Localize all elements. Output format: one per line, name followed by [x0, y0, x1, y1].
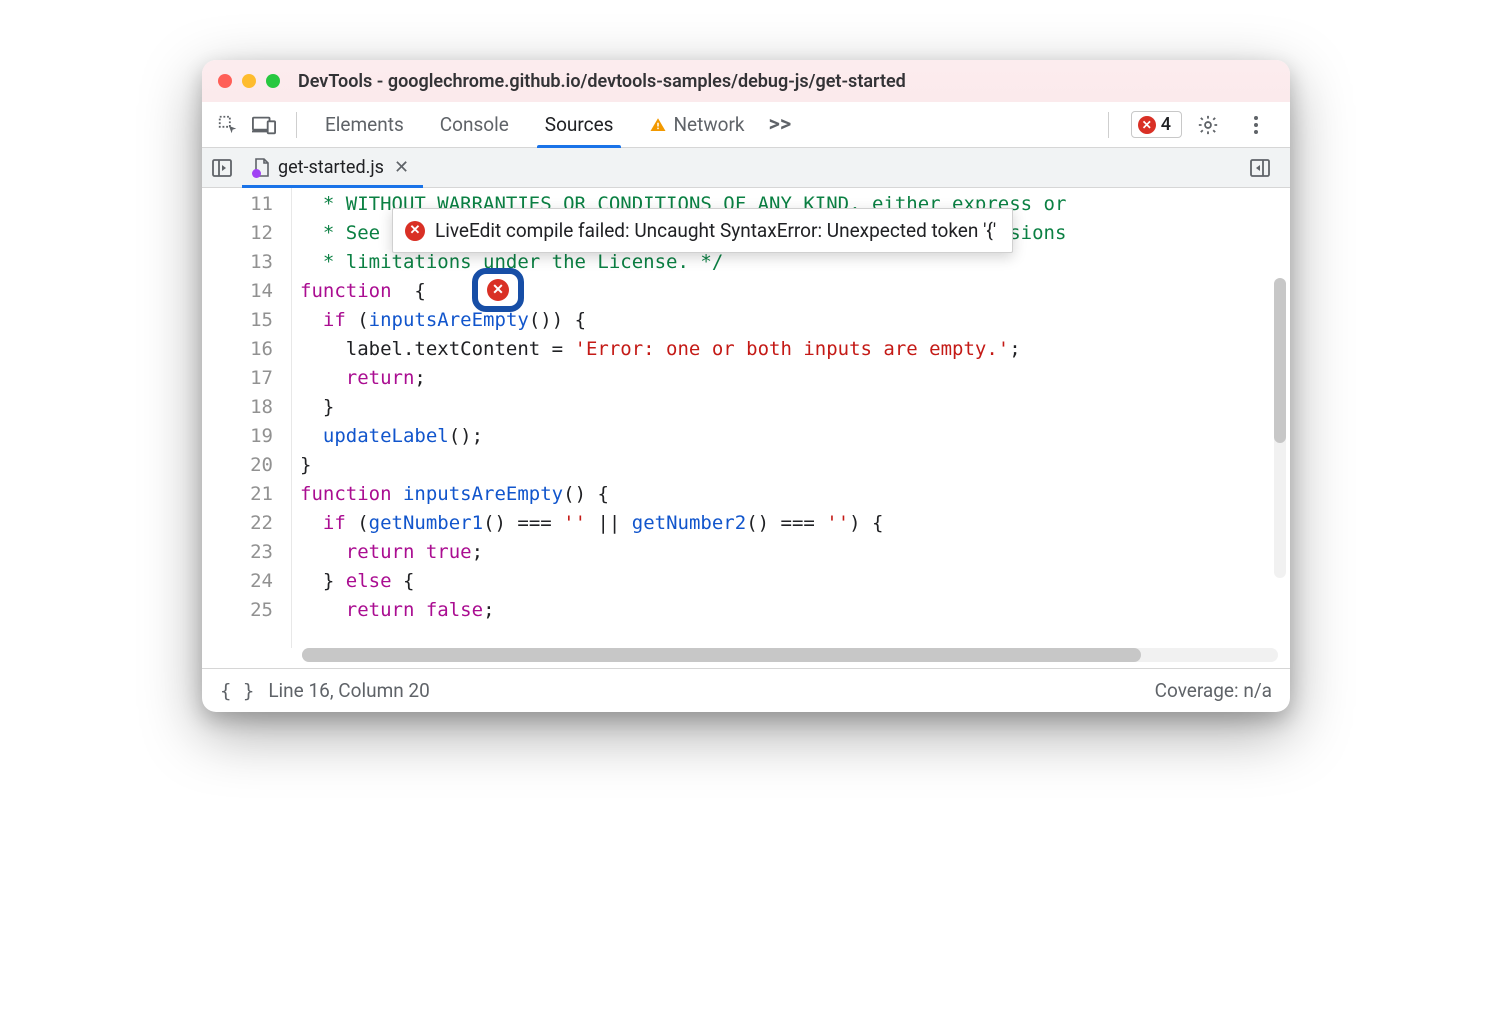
error-tooltip-message: LiveEdit compile failed: Uncaught Syntax…	[435, 219, 996, 242]
modified-dot-icon	[252, 169, 261, 178]
horizontal-scrollbar-thumb[interactable]	[302, 648, 1141, 662]
tab-network-label: Network	[673, 113, 744, 136]
coverage-status: Coverage: n/a	[1155, 679, 1272, 702]
window-title: DevTools - googlechrome.github.io/devtoo…	[298, 71, 906, 92]
warning-icon	[649, 116, 667, 134]
error-count-value: 4	[1161, 114, 1171, 135]
error-icon: ✕	[1138, 116, 1156, 134]
file-icon	[254, 158, 270, 177]
tab-sources[interactable]: Sources	[527, 102, 632, 147]
vertical-scrollbar-thumb[interactable]	[1274, 278, 1286, 443]
kebab-menu-icon[interactable]	[1242, 111, 1270, 139]
device-toolbar-icon[interactable]	[250, 111, 278, 139]
titlebar[interactable]: DevTools - googlechrome.github.io/devtoo…	[202, 60, 1290, 102]
devtools-window: DevTools - googlechrome.github.io/devtoo…	[202, 60, 1290, 712]
settings-icon[interactable]	[1194, 111, 1222, 139]
error-icon: ✕	[405, 221, 425, 241]
line-gutter[interactable]: 111213141516171819202122232425	[202, 188, 292, 648]
file-tab-get-started[interactable]: get-started.js ✕	[242, 148, 423, 187]
close-tab-button[interactable]: ✕	[392, 157, 411, 178]
error-icon[interactable]: ✕	[487, 279, 509, 301]
error-tooltip: ✕ LiveEdit compile failed: Uncaught Synt…	[392, 208, 1013, 253]
file-tab-label: get-started.js	[278, 157, 384, 178]
tab-network[interactable]: Network	[631, 102, 762, 147]
sources-tabbar: get-started.js ✕	[202, 148, 1290, 188]
debugger-toggle-icon[interactable]	[1250, 159, 1270, 177]
toolbar-divider-right	[1108, 112, 1109, 138]
vertical-scrollbar[interactable]	[1274, 278, 1286, 578]
maximize-window-button[interactable]	[266, 74, 280, 88]
statusbar: { } Line 16, Column 20 Coverage: n/a	[202, 668, 1290, 712]
error-count-pill[interactable]: ✕ 4	[1131, 111, 1182, 138]
code-editor[interactable]: 111213141516171819202122232425 * WITHOUT…	[202, 188, 1290, 648]
toolbar-divider	[296, 112, 297, 138]
inspect-icon[interactable]	[214, 111, 242, 139]
cursor-position: Line 16, Column 20	[268, 679, 429, 702]
horizontal-scrollbar[interactable]	[302, 648, 1278, 662]
tab-console[interactable]: Console	[422, 102, 527, 147]
tab-elements[interactable]: Elements	[307, 102, 422, 147]
more-tabs-button[interactable]: >>	[763, 112, 798, 137]
navigator-toggle-icon[interactable]	[212, 159, 232, 177]
pretty-print-button[interactable]: { }	[220, 680, 254, 702]
error-marker-highlight: ✕	[472, 268, 524, 312]
code-content[interactable]: * WITHOUT WARRANTIES OR CONDITIONS OF AN…	[292, 188, 1290, 648]
close-window-button[interactable]	[218, 74, 232, 88]
main-toolbar: Elements Console Sources Network >> ✕ 4	[202, 102, 1290, 148]
panel-tabs: Elements Console Sources Network	[307, 102, 763, 147]
traffic-lights	[218, 74, 280, 88]
minimize-window-button[interactable]	[242, 74, 256, 88]
editor-area: 111213141516171819202122232425 * WITHOUT…	[202, 188, 1290, 648]
